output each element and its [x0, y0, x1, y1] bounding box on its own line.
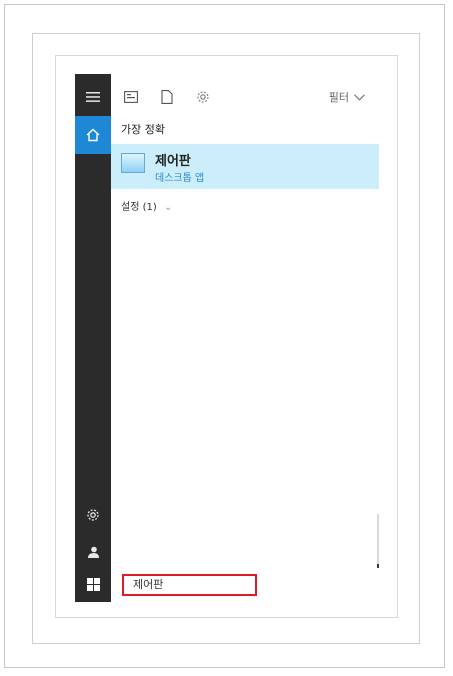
settings-group[interactable]: 설정 (1) ⌄: [121, 198, 172, 213]
settings-group-label: 설정 (1): [121, 202, 157, 213]
user-icon: [88, 546, 99, 558]
home-icon: [86, 128, 100, 142]
app-list-button[interactable]: [123, 89, 139, 105]
app-list-icon: [124, 91, 138, 103]
search-box[interactable]: 제어판: [111, 568, 379, 602]
gear-icon: [87, 509, 99, 521]
results-panel: 필터 가장 정확 제어판 데스크톱 앱 설정 (1) ⌄: [111, 74, 379, 602]
chevron-down-icon: ⌄: [163, 202, 173, 213]
document-icon: [161, 90, 173, 104]
chevron-down-icon: [354, 93, 365, 101]
start-search-window: 필터 가장 정확 제어판 데스크톱 앱 설정 (1) ⌄ 제어판: [75, 74, 379, 602]
settings-filter-button[interactable]: [195, 89, 211, 105]
filter-label: 필터: [328, 91, 349, 104]
result-type: 데스크톱 앱: [155, 173, 205, 184]
control-panel-icon: [121, 153, 145, 173]
windows-start-icon: [86, 578, 100, 591]
filter-dropdown[interactable]: 필터: [329, 89, 365, 105]
best-match-header: 가장 정확: [121, 123, 165, 136]
settings-button[interactable]: [75, 496, 111, 534]
start-button[interactable]: [75, 567, 111, 602]
hamburger-menu-icon: [86, 92, 100, 102]
gear-icon: [197, 91, 209, 103]
home-button[interactable]: [75, 116, 111, 154]
user-button[interactable]: [75, 533, 111, 571]
best-match-result[interactable]: 제어판 데스크톱 앱: [111, 144, 379, 189]
result-name: 제어판: [155, 154, 191, 169]
menu-button[interactable]: [75, 78, 111, 116]
left-rail: [75, 74, 111, 602]
document-button[interactable]: [159, 89, 175, 105]
search-input[interactable]: 제어판: [122, 574, 257, 596]
